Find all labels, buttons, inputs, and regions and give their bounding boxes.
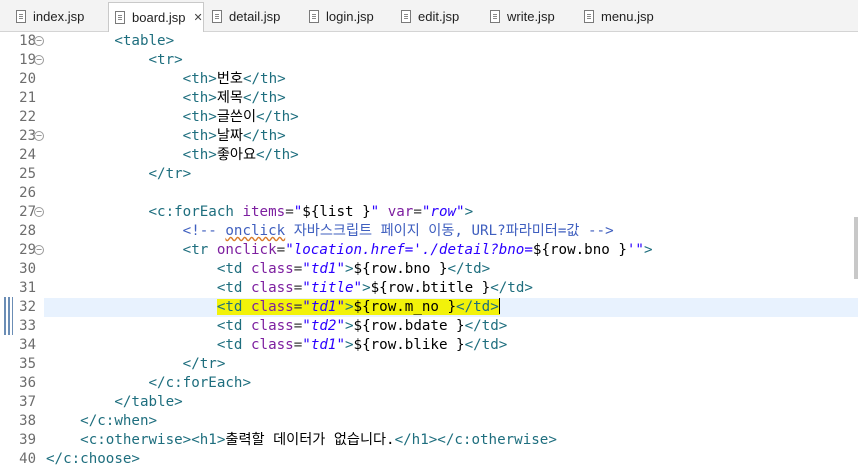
line-number: 27: [19, 204, 36, 220]
tab-label: login.jsp: [326, 9, 374, 24]
code-line-31[interactable]: 31 <td class="title">${row.btitle }</td>: [0, 279, 858, 298]
line-number: 21: [19, 90, 36, 106]
tab-label: detail.jsp: [229, 9, 281, 24]
jsp-file-icon: [212, 10, 222, 23]
code-text: <th>날짜</th>: [182, 128, 286, 144]
code-text: <td class="td2">${row.bdate }</td>: [216, 318, 508, 334]
code-line-38[interactable]: 38 </c:when>: [0, 412, 858, 431]
code-line-29[interactable]: 29 − <tr onclick="location.href='./detai…: [0, 241, 858, 260]
line-number: 39: [19, 432, 36, 448]
line-number: 36: [19, 375, 36, 391]
tab-menu-jsp[interactable]: menu.jsp: [578, 3, 678, 30]
line-number: 40: [19, 451, 36, 467]
jsp-file-icon: [401, 10, 411, 23]
code-line-18[interactable]: 18 − <table>: [0, 32, 858, 51]
code-text: <td class="td1">${row.m_no }</td>: [216, 298, 500, 315]
line-number: 31: [19, 280, 36, 296]
code-line-22[interactable]: 22 <th>글쓴이</th>: [0, 108, 858, 127]
code-text: <tr>: [148, 52, 183, 68]
line-number: 35: [19, 356, 36, 372]
code-text: <c:otherwise><h1>출력할 데이터가 없습니다.</h1></c:…: [80, 432, 557, 448]
code-text: </c:when>: [80, 413, 158, 429]
line-number: 24: [19, 147, 36, 163]
fold-icon[interactable]: −: [34, 36, 44, 46]
tab-label: menu.jsp: [601, 9, 654, 24]
line-number: 33: [19, 318, 36, 334]
line-number: 23: [19, 128, 36, 144]
fold-icon[interactable]: −: [34, 55, 44, 65]
tab-write-jsp[interactable]: write.jsp: [484, 3, 578, 30]
code-text: </c:forEach>: [148, 375, 252, 391]
code-line-30[interactable]: 30 <td class="td1">${row.bno }</td>: [0, 260, 858, 279]
line-number: 28: [19, 223, 36, 239]
code-line-33[interactable]: 33 <td class="td2">${row.bdate }</td>: [0, 317, 858, 336]
code-text: </c:choose>: [46, 451, 140, 467]
code-text: </tr>: [182, 356, 226, 372]
close-icon[interactable]: ✕: [193, 11, 202, 24]
tab-board-jsp[interactable]: board.jsp ✕: [108, 2, 204, 32]
line-number: 26: [19, 185, 36, 201]
code-line-28[interactable]: 28 <!-- onclick 자바스크립트 페이지 이동, URL?파라미터=…: [0, 222, 858, 241]
code-line-39[interactable]: 39 <c:otherwise><h1>출력할 데이터가 없습니다.</h1><…: [0, 431, 858, 450]
code-line-19[interactable]: 19 − <tr>: [0, 51, 858, 70]
line-number: 22: [19, 109, 36, 125]
fold-icon[interactable]: −: [34, 207, 44, 217]
code-editor[interactable]: 18 − <table> 19 − <tr> 20 <th>번호</th> 21…: [0, 32, 858, 469]
fold-icon[interactable]: −: [34, 245, 44, 255]
line-number: 34: [19, 337, 36, 353]
jsp-file-icon: [309, 10, 319, 23]
code-line-36[interactable]: 36 </c:forEach>: [0, 374, 858, 393]
jsp-file-icon: [490, 10, 500, 23]
editor-tab-bar: index.jsp board.jsp ✕ detail.jsp login.js…: [0, 0, 858, 32]
line-number: 37: [19, 394, 36, 410]
code-line-26[interactable]: 26: [0, 184, 858, 203]
code-text: </table>: [114, 394, 183, 410]
tab-detail-jsp[interactable]: detail.jsp: [206, 3, 302, 30]
tab-label: edit.jsp: [418, 9, 460, 24]
code-line-21[interactable]: 21 <th>제목</th>: [0, 89, 858, 108]
code-line-34[interactable]: 34 <td class="td1">${row.blike }</td>: [0, 336, 858, 355]
line-number: 20: [19, 71, 36, 87]
code-text: <!-- onclick 자바스크립트 페이지 이동, URL?파라미터=값 -…: [182, 223, 614, 239]
code-text: <th>제목</th>: [182, 90, 286, 106]
tab-login-jsp[interactable]: login.jsp: [303, 3, 393, 30]
code-text: <tr onclick="location.href='./detail?bno…: [182, 242, 653, 258]
text-caret: [498, 298, 500, 314]
fold-icon[interactable]: −: [34, 131, 44, 141]
code-text: <table>: [114, 33, 175, 49]
line-number: 25: [19, 166, 36, 182]
line-number: 32: [19, 299, 36, 315]
code-line-23[interactable]: 23 − <th>날짜</th>: [0, 127, 858, 146]
tab-label: index.jsp: [33, 9, 85, 24]
jsp-file-icon: [115, 11, 125, 24]
tab-edit-jsp[interactable]: edit.jsp: [395, 3, 483, 30]
line-number: 30: [19, 261, 36, 277]
line-number: 18: [19, 33, 36, 49]
code-text: <th>좋아요</th>: [182, 147, 299, 163]
jsp-file-icon: [584, 10, 594, 23]
code-line-27[interactable]: 27 − <c:forEach items="${list }" var="ro…: [0, 203, 858, 222]
code-line-40[interactable]: 40 </c:choose>: [0, 450, 858, 469]
tab-index-jsp[interactable]: index.jsp: [10, 3, 106, 30]
code-line-24[interactable]: 24 <th>좋아요</th>: [0, 146, 858, 165]
code-line-25[interactable]: 25 </tr>: [0, 165, 858, 184]
tab-label: board.jsp: [132, 10, 186, 25]
code-text: <td class="title">${row.btitle }</td>: [216, 280, 533, 296]
jsp-file-icon: [16, 10, 26, 23]
code-line-32-current[interactable]: 32 <td class="td1">${row.m_no }</td>: [0, 298, 858, 317]
code-text: <c:forEach items="${list }" var="row">: [148, 204, 474, 220]
tab-label: write.jsp: [507, 9, 555, 24]
code-text: <th>글쓴이</th>: [182, 109, 299, 125]
code-line-37[interactable]: 37 </table>: [0, 393, 858, 412]
code-text: <td class="td1">${row.blike }</td>: [216, 337, 508, 353]
code-line-20[interactable]: 20 <th>번호</th>: [0, 70, 858, 89]
line-number: 19: [19, 52, 36, 68]
code-text: </tr>: [148, 166, 192, 182]
code-text: <th>번호</th>: [182, 71, 286, 87]
line-number: 38: [19, 413, 36, 429]
line-number: 29: [19, 242, 36, 258]
code-text: <td class="td1">${row.bno }</td>: [216, 261, 491, 277]
code-line-35[interactable]: 35 </tr>: [0, 355, 858, 374]
